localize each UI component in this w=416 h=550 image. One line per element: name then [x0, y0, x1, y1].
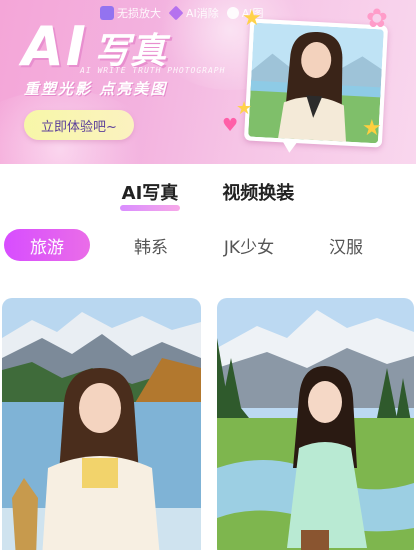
star-sticker-icon: ★	[236, 98, 253, 119]
chip-travel[interactable]: 旅游	[4, 229, 90, 261]
heart-sticker-icon: ♥	[222, 115, 239, 136]
chip-jk-girl[interactable]: JK少女	[200, 229, 298, 261]
banner-subtitle: 重塑光影 点亮美图	[24, 80, 168, 98]
flower-sticker-icon: ✿	[366, 4, 388, 34]
banner-english-text: AI WRITE TRUTH PHOTOGRAPH	[80, 66, 226, 75]
speech-tail	[281, 140, 298, 154]
tab-video-outfit[interactable]: 视频换装	[220, 180, 296, 214]
meadow-portrait-image	[217, 298, 414, 550]
main-tabs: AI写真 视频换装	[0, 180, 416, 214]
promo-banner[interactable]: 无损放大 AI消除 AI图 AI 写真 AI WRITE TRUTH PHOTO…	[0, 0, 416, 164]
tool-label: AI消除	[186, 7, 219, 20]
lake-portrait-image	[2, 298, 201, 550]
try-now-button[interactable]: 立即体验吧~	[24, 110, 134, 140]
tab-ai-portrait[interactable]: AI写真	[119, 180, 181, 214]
chip-hanfu[interactable]: 汉服	[298, 229, 394, 261]
template-card[interactable]	[2, 298, 201, 550]
banner-title-ai: AI	[22, 15, 88, 78]
star-sticker-icon: ★	[362, 116, 382, 141]
eraser-icon	[168, 5, 184, 21]
banner-title: AI 写真	[22, 14, 166, 74]
template-grid	[0, 298, 416, 550]
style-filter-chips: 旅游 韩系 JK少女 汉服	[4, 229, 412, 261]
puzzle-icon	[226, 7, 239, 19]
tool-ai-erase[interactable]: AI消除	[168, 5, 219, 21]
star-sticker-icon: ★	[242, 6, 262, 31]
template-card[interactable]	[217, 298, 414, 550]
chip-korean[interactable]: 韩系	[102, 229, 200, 261]
